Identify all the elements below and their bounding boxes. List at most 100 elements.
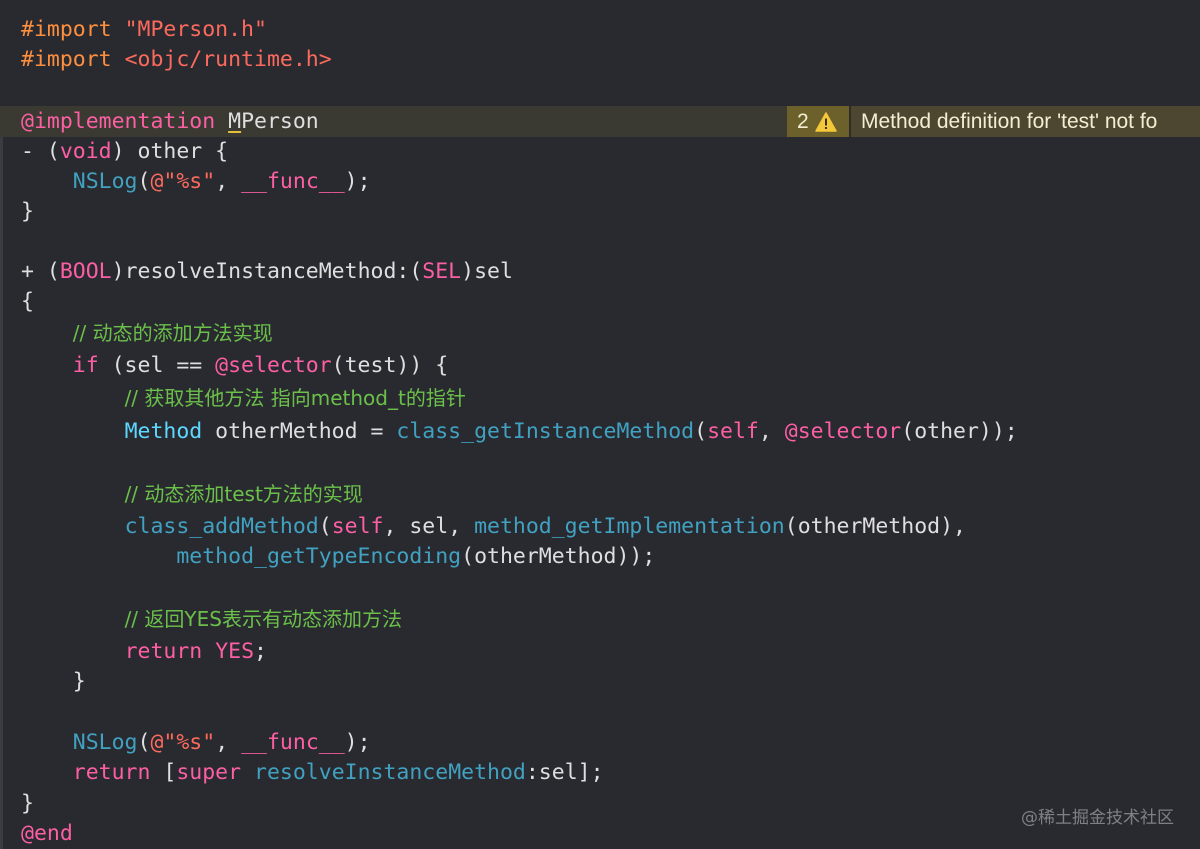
code-line[interactable]: Method otherMethod = class_getInstanceMe… (0, 416, 1200, 447)
code-token: // 动态的添加方法实现 (72, 321, 273, 345)
warning-triangle-icon (814, 111, 837, 132)
code-token: ( (137, 730, 151, 755)
code-line[interactable] (0, 75, 1200, 106)
code-line[interactable]: return YES; (0, 636, 1200, 667)
code-text: NSLog(@"%s", __func__); (21, 727, 371, 758)
code-token: otherMethod = (202, 419, 397, 444)
code-line[interactable]: // 返回YES表示有动态添加方法 (0, 604, 1200, 635)
code-token: [ (150, 760, 177, 785)
code-text: return [super resolveInstanceMethod:sel]… (21, 757, 604, 788)
code-token: - ( (21, 139, 60, 164)
watermark: @稀土掘金技术社区 (1021, 808, 1174, 828)
code-token: , (758, 419, 785, 444)
code-line[interactable]: if (sel == @selector(test)) { (0, 350, 1200, 381)
code-line[interactable]: { (0, 286, 1200, 317)
code-token: @"%s" (150, 730, 216, 755)
code-token: (otherMethod), (784, 514, 966, 539)
code-line[interactable]: + (BOOL)resolveInstanceMethod:(SEL)sel (0, 256, 1200, 287)
code-text: @implementation MPerson (21, 106, 319, 137)
code-token: self (707, 419, 759, 444)
code-text: } (21, 666, 86, 697)
code-line[interactable]: } (0, 666, 1200, 697)
code-line[interactable] (0, 573, 1200, 604)
code-token: @selector (784, 419, 902, 444)
code-text: return YES; (21, 636, 267, 667)
code-text: if (sel == @selector(test)) { (21, 350, 448, 381)
code-token: @"%s" (150, 169, 216, 194)
code-token: , (215, 730, 242, 755)
code-token: NSLog (72, 730, 138, 755)
code-text: } (21, 196, 34, 227)
code-token: __func__ (241, 730, 345, 755)
code-token: ( (694, 419, 708, 444)
code-token: // 返回YES表示有动态添加方法 (124, 607, 402, 631)
code-text: + (BOOL)resolveInstanceMethod:(SEL)sel (21, 256, 513, 287)
code-line[interactable]: NSLog(@"%s", __func__); (0, 166, 1200, 197)
code-line[interactable]: NSLog(@"%s", __func__); (0, 727, 1200, 758)
code-line[interactable]: // 动态添加test方法的实现 (0, 479, 1200, 510)
code-token: method_getImplementation (474, 514, 785, 539)
code-line[interactable]: // 动态的添加方法实现 (0, 318, 1200, 349)
code-token: resolveInstanceMethod (254, 760, 526, 785)
code-text: method_getTypeEncoding(otherMethod)); (21, 541, 655, 572)
code-line[interactable]: } (0, 196, 1200, 227)
code-text: // 获取其他方法 指向method_t的指针 (21, 383, 466, 414)
code-token: BOOL (59, 259, 112, 284)
code-token: @end (21, 821, 73, 846)
code-line[interactable]: #import <objc/runtime.h> (0, 44, 1200, 75)
code-token: (other)); (901, 419, 1018, 444)
code-text: } (21, 788, 34, 819)
code-token: class_addMethod (124, 514, 319, 539)
code-line[interactable]: - (void) other { (0, 136, 1200, 167)
code-token: NSLog (72, 169, 138, 194)
code-token: + ( (21, 259, 60, 284)
code-line[interactable]: @end (0, 818, 1200, 849)
code-token: ; (254, 639, 267, 664)
warning-count: 2 (797, 109, 809, 133)
code-line[interactable]: method_getTypeEncoding(otherMethod)); (0, 541, 1200, 572)
code-token: class_getInstanceMethod (396, 419, 695, 444)
code-token: (sel == (98, 353, 216, 378)
code-line[interactable]: class_addMethod(self, sel, method_getImp… (0, 511, 1200, 542)
warning-count-badge[interactable]: 2 (787, 106, 849, 137)
code-token: method_getTypeEncoding (176, 544, 462, 569)
code-line[interactable] (0, 447, 1200, 478)
code-line[interactable] (0, 227, 1200, 258)
code-line[interactable] (0, 697, 1200, 728)
warning-banner[interactable]: 2 Method definition for 'test' not fo (787, 106, 1200, 137)
code-text: @end (21, 818, 73, 849)
code-line[interactable]: } (0, 788, 1200, 819)
code-token: } (21, 199, 34, 224)
code-token: __func__ (241, 169, 345, 194)
code-token: :sel]; (525, 760, 604, 785)
code-token: (test)) { (331, 353, 449, 378)
code-token: return (124, 639, 203, 664)
code-text: // 动态添加test方法的实现 (21, 479, 363, 510)
code-text: NSLog(@"%s", __func__); (21, 166, 371, 197)
code-line[interactable]: return [super resolveInstanceMethod:sel]… (0, 757, 1200, 788)
code-token: ); (344, 730, 371, 755)
code-line[interactable]: #import "MPerson.h" (0, 14, 1200, 45)
code-token: ( (137, 169, 151, 194)
code-line[interactable]: // 获取其他方法 指向method_t的指针 (0, 383, 1200, 414)
code-token: @implementation (21, 109, 216, 134)
code-token: (otherMethod)); (461, 544, 656, 569)
code-text: #import "MPerson.h" (21, 14, 267, 45)
code-token: // 动态添加test方法的实现 (124, 482, 363, 506)
warning-message: Method definition for 'test' not fo (861, 109, 1158, 133)
code-token: @selector (215, 353, 332, 378)
